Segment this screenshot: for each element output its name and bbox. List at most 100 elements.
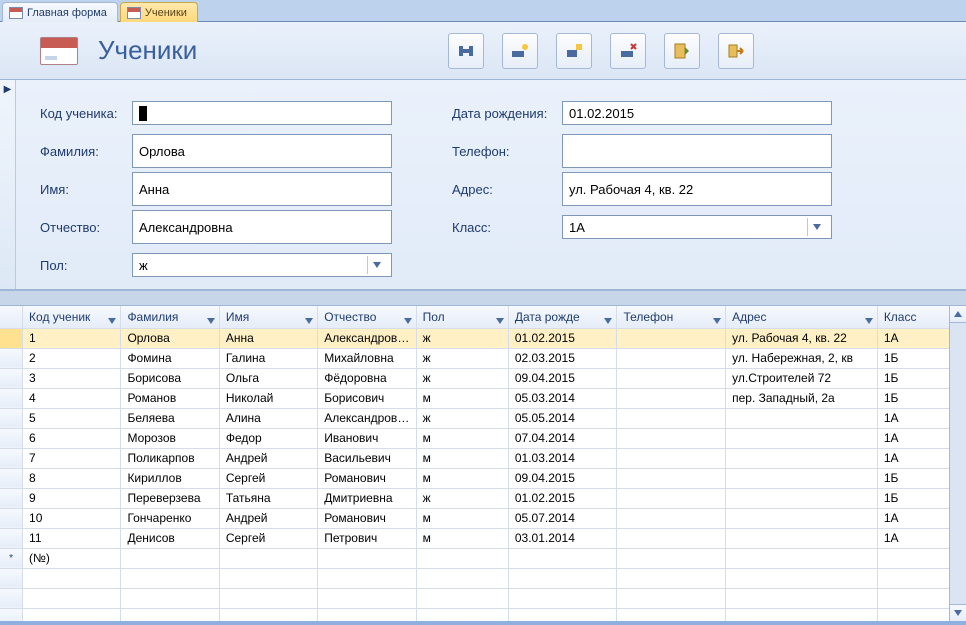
- select-all-cell[interactable]: [0, 306, 23, 328]
- find-button[interactable]: [448, 33, 484, 69]
- vertical-scrollbar[interactable]: [949, 306, 966, 621]
- cell-gender[interactable]: ж: [416, 328, 508, 348]
- table-row[interactable]: 5БеляеваАлинаАлександровнаж05.05.20141А: [0, 408, 966, 428]
- cell-phone[interactable]: [617, 488, 726, 508]
- new-row[interactable]: *(№): [0, 548, 966, 568]
- cell-address[interactable]: [726, 468, 878, 488]
- field-address[interactable]: ул. Рабочая 4, кв. 22: [562, 172, 832, 206]
- cell-id[interactable]: 11: [23, 528, 121, 548]
- col-address[interactable]: Адрес: [726, 306, 878, 328]
- table-row[interactable]: 4РомановНиколайБорисовичм05.03.2014пер. …: [0, 388, 966, 408]
- cell-phone[interactable]: [617, 328, 726, 348]
- cell-patronym[interactable]: Александровна: [318, 408, 416, 428]
- cell-id[interactable]: 1: [23, 328, 121, 348]
- cell-name[interactable]: Галина: [219, 348, 317, 368]
- cell-phone[interactable]: [617, 508, 726, 528]
- cell-patronym[interactable]: Петрович: [318, 528, 416, 548]
- cell-gender[interactable]: м: [416, 528, 508, 548]
- cell-address[interactable]: пер. Западный, 2а: [726, 388, 878, 408]
- col-surname[interactable]: Фамилия: [121, 306, 219, 328]
- cell-name[interactable]: Сергей: [219, 468, 317, 488]
- cell-id[interactable]: 4: [23, 388, 121, 408]
- cell-address[interactable]: ул.Строителей 72: [726, 368, 878, 388]
- scroll-up-button[interactable]: [950, 306, 966, 323]
- record-selector[interactable]: ▶: [0, 80, 16, 289]
- cell-name[interactable]: Ольга: [219, 368, 317, 388]
- row-selector[interactable]: [0, 368, 23, 388]
- cell-patronym[interactable]: Дмитриевна: [318, 488, 416, 508]
- cell-name[interactable]: Федор: [219, 428, 317, 448]
- cell-surname[interactable]: Орлова: [121, 328, 219, 348]
- cell-birth[interactable]: 01.03.2014: [508, 448, 617, 468]
- row-selector[interactable]: [0, 428, 23, 448]
- cell-gender[interactable]: ж: [416, 368, 508, 388]
- field-gender[interactable]: ж: [132, 253, 392, 277]
- cell-name[interactable]: Николай: [219, 388, 317, 408]
- new-row-indicator[interactable]: *: [0, 548, 23, 568]
- cell-address[interactable]: [726, 528, 878, 548]
- table-row[interactable]: 3БорисоваОльгаФёдоровнаж09.04.2015ул.Стр…: [0, 368, 966, 388]
- row-selector[interactable]: [0, 508, 23, 528]
- cell-birth[interactable]: 09.04.2015: [508, 368, 617, 388]
- cell-gender[interactable]: м: [416, 388, 508, 408]
- cell-surname[interactable]: Борисова: [121, 368, 219, 388]
- cell-birth[interactable]: 01.02.2015: [508, 488, 617, 508]
- cell-patronym[interactable]: Михайловна: [318, 348, 416, 368]
- cell-name[interactable]: Андрей: [219, 508, 317, 528]
- field-id[interactable]: [132, 101, 392, 125]
- row-selector[interactable]: [0, 528, 23, 548]
- cell-phone[interactable]: [617, 528, 726, 548]
- table-row[interactable]: 10ГончаренкоАндрейРомановичм05.07.20141А: [0, 508, 966, 528]
- table-row[interactable]: 1ОрловаАннаАлександровнаж01.02.2015ул. Р…: [0, 328, 966, 348]
- cell-id[interactable]: 10: [23, 508, 121, 528]
- col-id[interactable]: Код ученик: [23, 306, 121, 328]
- col-birth[interactable]: Дата рожде: [508, 306, 617, 328]
- cell-surname[interactable]: Романов: [121, 388, 219, 408]
- scroll-down-button[interactable]: [950, 604, 966, 621]
- table-row[interactable]: 9ПереверзеваТатьянаДмитриевнаж01.02.2015…: [0, 488, 966, 508]
- cell-surname[interactable]: Фомина: [121, 348, 219, 368]
- cell-phone[interactable]: [617, 448, 726, 468]
- cell-name[interactable]: Алина: [219, 408, 317, 428]
- cell-name[interactable]: Сергей: [219, 528, 317, 548]
- cell-birth[interactable]: 01.02.2015: [508, 328, 617, 348]
- cell-id[interactable]: 2: [23, 348, 121, 368]
- cell-address[interactable]: [726, 428, 878, 448]
- cell-address[interactable]: [726, 408, 878, 428]
- row-selector[interactable]: [0, 488, 23, 508]
- cell-patronym[interactable]: Романович: [318, 508, 416, 528]
- cell-patronym[interactable]: Борисович: [318, 388, 416, 408]
- cell-surname[interactable]: Беляева: [121, 408, 219, 428]
- row-selector[interactable]: [0, 388, 23, 408]
- row-selector[interactable]: [0, 348, 23, 368]
- cell-birth[interactable]: 09.04.2015: [508, 468, 617, 488]
- cell-birth[interactable]: 05.07.2014: [508, 508, 617, 528]
- tab-main-form[interactable]: Главная форма: [2, 2, 118, 22]
- cell-patronym[interactable]: Иванович: [318, 428, 416, 448]
- row-selector[interactable]: [0, 408, 23, 428]
- cell-patronym[interactable]: Александровна: [318, 328, 416, 348]
- cell-phone[interactable]: [617, 368, 726, 388]
- save-record-button[interactable]: [556, 33, 592, 69]
- cell-birth[interactable]: 03.01.2014: [508, 528, 617, 548]
- form-datasheet-splitter[interactable]: [0, 290, 966, 306]
- cell-phone[interactable]: [617, 348, 726, 368]
- cell-surname[interactable]: Переверзева: [121, 488, 219, 508]
- cell-gender[interactable]: м: [416, 508, 508, 528]
- col-gender[interactable]: Пол: [416, 306, 508, 328]
- table-row[interactable]: 6МорозовФедорИвановичм07.04.20141А: [0, 428, 966, 448]
- cell-birth[interactable]: 07.04.2014: [508, 428, 617, 448]
- cell-phone[interactable]: [617, 388, 726, 408]
- refresh-button[interactable]: [664, 33, 700, 69]
- table-row[interactable]: 8КирилловСергейРомановичм09.04.20151Б: [0, 468, 966, 488]
- new-record-button[interactable]: [502, 33, 538, 69]
- cell-gender[interactable]: м: [416, 428, 508, 448]
- cell-phone[interactable]: [617, 428, 726, 448]
- table-row[interactable]: 2ФоминаГалинаМихайловнаж02.03.2015ул. На…: [0, 348, 966, 368]
- cell-surname[interactable]: Поликарпов: [121, 448, 219, 468]
- cell-address[interactable]: [726, 508, 878, 528]
- field-name[interactable]: Анна: [132, 172, 392, 206]
- cell-name[interactable]: Андрей: [219, 448, 317, 468]
- cell-gender[interactable]: ж: [416, 488, 508, 508]
- table-row[interactable]: 7ПоликарповАндрейВасильевичм01.03.20141А: [0, 448, 966, 468]
